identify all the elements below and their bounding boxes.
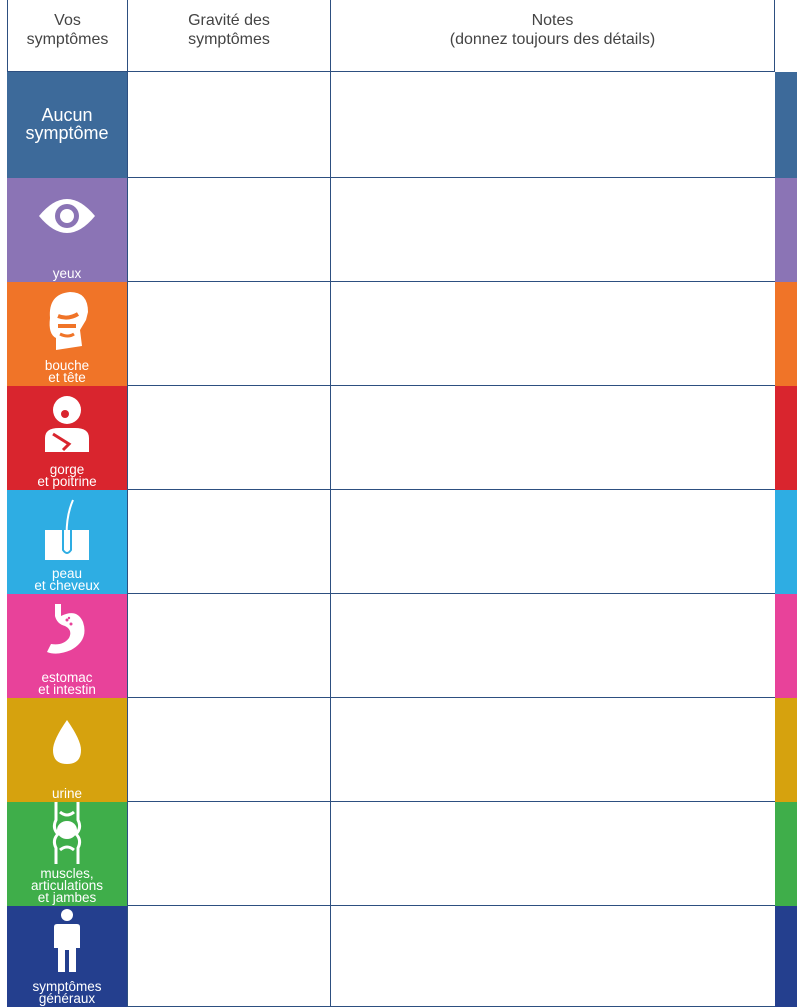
label-skin-hair: peau et cheveux (7, 490, 127, 594)
row-throat-chest: gorge et poitrine (7, 386, 797, 490)
label-line: symptôme (25, 123, 109, 143)
label-line: et tête (48, 370, 86, 385)
notes-cell[interactable] (330, 178, 775, 282)
row-mouth-head: bouche et tête (7, 282, 797, 386)
header-symptoms-line1: Vos (54, 12, 81, 29)
row-color-tab (775, 178, 797, 282)
notes-cell[interactable] (330, 72, 775, 178)
drop-icon (7, 706, 127, 776)
label-line: et poitrine (37, 474, 97, 489)
row-color-tab (775, 386, 797, 490)
header-symptoms-line2: symptômes (26, 31, 109, 48)
severity-cell[interactable] (127, 698, 330, 802)
label-line: Aucun (41, 105, 93, 125)
severity-cell[interactable] (127, 906, 330, 1007)
stomach-icon (7, 602, 127, 672)
severity-cell[interactable] (127, 178, 330, 282)
symptom-table: Vos symptômes Gravité des symptômes Note… (7, 0, 797, 1007)
header-notes-line2: (donnez toujours des détails) (449, 31, 656, 48)
throat-chest-icon (7, 394, 127, 464)
notes-cell[interactable] (330, 282, 775, 386)
head-mouth-icon (7, 290, 127, 360)
header-severity-line2: symptômes (188, 31, 270, 48)
row-color-tab (775, 698, 797, 802)
severity-cell[interactable] (127, 282, 330, 386)
notes-cell[interactable] (330, 594, 775, 698)
row-skin-hair: peau et cheveux (7, 490, 797, 594)
label-line: et jambes (37, 890, 97, 905)
header-severity: Gravité des symptômes (127, 0, 330, 72)
notes-cell[interactable] (330, 906, 775, 1007)
row-color-tab (775, 594, 797, 698)
row-no-symptom: Aucun symptôme (7, 72, 797, 178)
header-severity-line1: Gravité des (188, 12, 270, 29)
row-urine: urine (7, 698, 797, 802)
label-no-symptom: Aucun symptôme (7, 72, 127, 178)
joint-icon (7, 802, 127, 872)
header-notes: Notes (donnez toujours des détails) (330, 0, 775, 72)
row-color-tab (775, 802, 797, 906)
label-line: généraux (38, 991, 96, 1006)
label-line: urine (51, 786, 83, 801)
label-throat-chest: gorge et poitrine (7, 386, 127, 490)
label-line: yeux (52, 266, 82, 281)
notes-cell[interactable] (330, 386, 775, 490)
label-stomach: estomac et intestin (7, 594, 127, 698)
row-muscles-joints: muscles, articulations et jambes (7, 802, 797, 906)
row-color-tab (775, 72, 797, 178)
label-muscles-joints: muscles, articulations et jambes (7, 802, 127, 906)
person-icon (7, 908, 127, 978)
label-line: et intestin (38, 682, 96, 697)
severity-cell[interactable] (127, 594, 330, 698)
label-eyes: yeux (7, 178, 127, 282)
label-mouth-head: bouche et tête (7, 282, 127, 386)
severity-cell[interactable] (127, 490, 330, 594)
label-general: symptômes généraux (7, 906, 127, 1007)
severity-cell[interactable] (127, 802, 330, 906)
row-color-tab (775, 906, 797, 1007)
severity-cell[interactable] (127, 72, 330, 178)
severity-cell[interactable] (127, 386, 330, 490)
row-general: symptômes généraux (7, 906, 797, 1007)
header-notes-line1: Notes (531, 12, 574, 29)
label-line: et cheveux (34, 578, 100, 593)
notes-cell[interactable] (330, 698, 775, 802)
notes-cell[interactable] (330, 802, 775, 906)
header-symptoms: Vos symptômes (7, 0, 127, 72)
row-color-tab (775, 282, 797, 386)
notes-cell[interactable] (330, 490, 775, 594)
row-eyes: yeux (7, 178, 797, 282)
skin-hair-icon (7, 498, 127, 568)
row-stomach: estomac et intestin (7, 594, 797, 698)
label-urine: urine (7, 698, 127, 802)
row-color-tab (775, 490, 797, 594)
eye-icon (7, 186, 127, 256)
